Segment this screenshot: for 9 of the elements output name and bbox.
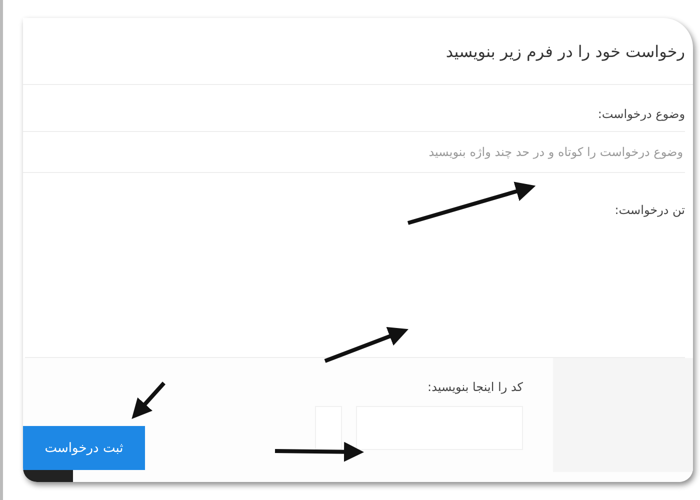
- subject-field[interactable]: وضوع درخواست را کوتاه و در حد چند واژه بنویسید: [23, 131, 685, 173]
- arrow-drawing: [132, 382, 166, 419]
- subject-label: وضوع درخواست:: [598, 107, 685, 121]
- submit-button[interactable]: ثبت درخواست: [23, 426, 145, 470]
- dark-strip: [23, 470, 73, 482]
- captcha-label: کد را اینجا بنویسید:: [428, 380, 523, 394]
- body-label: تن درخواست:: [614, 203, 685, 217]
- form-title: رخواست خود را در فرم زیر بنویسید: [446, 42, 685, 60]
- captcha-field[interactable]: [356, 406, 523, 450]
